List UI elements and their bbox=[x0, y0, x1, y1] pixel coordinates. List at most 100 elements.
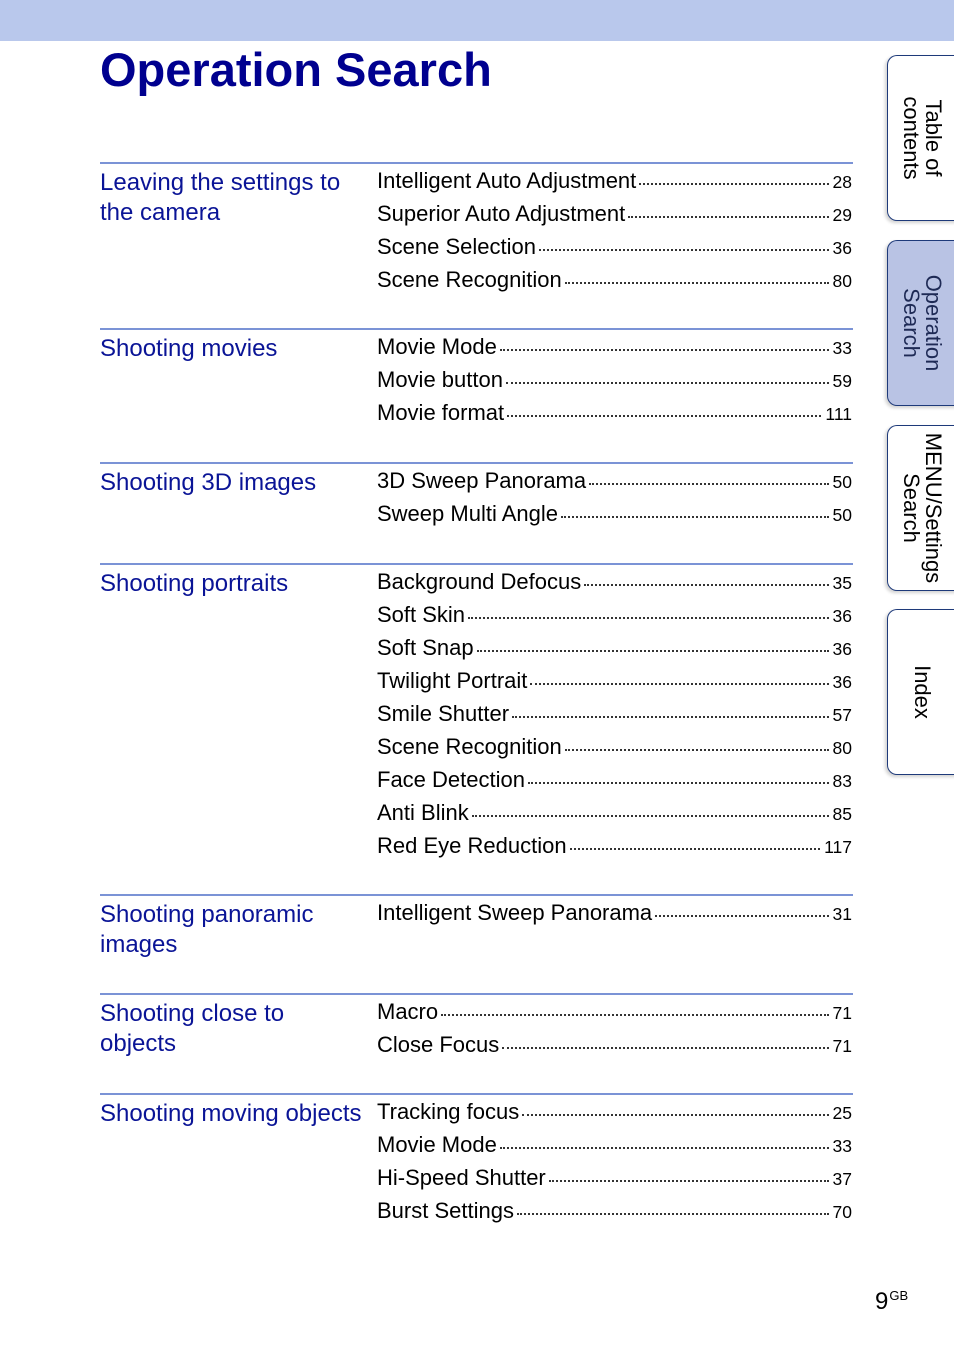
entry-page-number: 80 bbox=[832, 271, 852, 291]
entry-page-number: 36 bbox=[832, 238, 852, 258]
section-title: Shooting panoramic images bbox=[100, 901, 314, 958]
entry-link[interactable]: Scene Recognition 80 bbox=[377, 267, 852, 300]
entry-label: Intelligent Auto Adjustment bbox=[377, 168, 637, 193]
entry-label: Anti Blink bbox=[377, 800, 469, 825]
tab-label: MENU/Settings Search bbox=[899, 432, 946, 584]
entry-page-number: 36 bbox=[832, 672, 852, 692]
entry-link[interactable]: Red Eye Reduction 117 bbox=[377, 833, 852, 866]
entry-link[interactable]: Movie Mode 33 bbox=[377, 1132, 852, 1165]
section: Shooting movies Movie Mode 33 Movie button 5… bbox=[100, 328, 853, 425]
entry-page-number: 28 bbox=[832, 172, 852, 192]
entry-label: Background Defocus bbox=[377, 569, 582, 594]
entry-link[interactable]: Movie Mode 33 bbox=[377, 334, 852, 367]
entry-list: Intelligent Sweep Panorama 31 bbox=[377, 900, 852, 933]
section: Shooting panoramic images Intelligent Swe… bbox=[100, 894, 853, 958]
entry-link[interactable]: Intelligent Auto Adjustment 28 bbox=[377, 168, 852, 201]
entry-page-number: 50 bbox=[832, 472, 852, 492]
page-number: 9GB bbox=[875, 1288, 908, 1316]
section: Shooting close to objects Macro 71 Close Fo… bbox=[100, 993, 853, 1057]
entry-link[interactable]: Soft Snap 36 bbox=[377, 635, 852, 668]
dot-leader bbox=[505, 381, 829, 384]
entry-page-number: 111 bbox=[825, 404, 852, 424]
entry-link[interactable]: Background Defocus 35 bbox=[377, 569, 852, 602]
entry-label: Twilight Portrait bbox=[377, 668, 528, 693]
section: Shooting moving objects Tracking focus 25 M… bbox=[100, 1093, 853, 1223]
entry-label: Soft Skin bbox=[377, 602, 466, 627]
entry-label: Intelligent Sweep Panorama bbox=[377, 900, 653, 925]
entry-label: Tracking focus bbox=[377, 1099, 520, 1124]
tab-menu-settings-search[interactable]: MENU/Settings Search bbox=[887, 425, 954, 591]
dot-leader bbox=[639, 182, 829, 185]
entry-link[interactable]: Face Detection 83 bbox=[377, 767, 852, 800]
entry-list: Movie Mode 33 Movie button 59 Movie format 11… bbox=[377, 334, 852, 433]
dot-leader bbox=[564, 748, 829, 751]
tab-operation-search[interactable]: Operation Search bbox=[887, 240, 954, 406]
entry-list: Intelligent Auto Adjustment 28 Superior Au… bbox=[377, 168, 852, 300]
tab-index[interactable]: Index bbox=[887, 609, 954, 775]
dot-leader bbox=[589, 482, 829, 485]
dot-leader bbox=[548, 1179, 829, 1182]
entry-page-number: 117 bbox=[824, 837, 852, 857]
entry-label: Superior Auto Adjustment bbox=[377, 201, 626, 226]
entry-label: Red Eye Reduction bbox=[377, 833, 567, 858]
entry-link[interactable]: 3D Sweep Panorama 50 bbox=[377, 468, 852, 501]
entry-page-number: 50 bbox=[832, 505, 852, 525]
entry-page-number: 25 bbox=[832, 1103, 852, 1123]
entry-page-number: 59 bbox=[832, 371, 852, 391]
entry-page-number: 29 bbox=[832, 205, 852, 225]
dot-leader bbox=[522, 1113, 829, 1116]
section-title: Shooting close to objects bbox=[100, 1000, 285, 1057]
entry-label: Movie Mode bbox=[377, 334, 497, 359]
entry-link[interactable]: Close Focus 71 bbox=[377, 1032, 852, 1065]
entry-label: Scene Recognition bbox=[377, 267, 562, 292]
entry-page-number: 85 bbox=[832, 804, 852, 824]
dot-leader bbox=[441, 1013, 829, 1016]
entry-link[interactable]: Scene Recognition 80 bbox=[377, 734, 852, 767]
entry-page-number: 80 bbox=[832, 738, 852, 758]
entry-page-number: 57 bbox=[832, 705, 852, 725]
entry-link[interactable]: Movie button 59 bbox=[377, 367, 852, 400]
entry-link[interactable]: Burst Settings 70 bbox=[377, 1198, 852, 1231]
section: Leaving the settings to the camera Intell… bbox=[100, 162, 853, 292]
entry-label: Close Focus bbox=[377, 1032, 500, 1057]
dot-leader bbox=[584, 583, 829, 586]
tab-label: Index bbox=[910, 665, 935, 719]
dot-leader bbox=[476, 649, 829, 652]
entry-link[interactable]: Sweep Multi Angle 50 bbox=[377, 501, 852, 534]
tab-table-of-contents[interactable]: Table of contents bbox=[887, 55, 954, 221]
entry-label: Hi-Speed Shutter bbox=[377, 1165, 546, 1190]
dot-leader bbox=[499, 1146, 829, 1149]
dot-leader bbox=[527, 781, 829, 784]
entry-page-number: 33 bbox=[832, 1136, 852, 1156]
dot-leader bbox=[516, 1212, 829, 1215]
entry-link[interactable]: Movie format 111 bbox=[377, 400, 852, 433]
entry-label: Smile Shutter bbox=[377, 701, 510, 726]
entry-link[interactable]: Soft Skin 36 bbox=[377, 602, 852, 635]
entry-label: Macro bbox=[377, 999, 439, 1024]
entry-label: Face Detection bbox=[377, 767, 525, 792]
dot-leader bbox=[512, 715, 829, 718]
entry-page-number: 71 bbox=[832, 1003, 852, 1023]
dot-leader bbox=[569, 847, 821, 850]
entry-page-number: 37 bbox=[832, 1169, 852, 1189]
entry-link[interactable]: Twilight Portrait 36 bbox=[377, 668, 852, 701]
entry-label: Sweep Multi Angle bbox=[377, 501, 558, 526]
entry-link[interactable]: Superior Auto Adjustment 29 bbox=[377, 201, 852, 234]
entry-link[interactable]: Anti Blink 85 bbox=[377, 800, 852, 833]
tab-label: Table of contents bbox=[899, 96, 946, 180]
page-number-suffix: GB bbox=[889, 1288, 909, 1303]
top-band bbox=[0, 0, 954, 41]
entry-link[interactable]: Smile Shutter 57 bbox=[377, 701, 852, 734]
entry-page-number: 36 bbox=[832, 639, 852, 659]
entry-label: Movie format bbox=[377, 400, 505, 425]
dot-leader bbox=[564, 281, 829, 284]
dot-leader bbox=[655, 914, 829, 917]
dot-leader bbox=[539, 248, 829, 251]
entry-link[interactable]: Scene Selection 36 bbox=[377, 234, 852, 267]
entry-label: Soft Snap bbox=[377, 635, 474, 660]
entry-link[interactable]: Hi-Speed Shutter 37 bbox=[377, 1165, 852, 1198]
entry-link[interactable]: Macro 71 bbox=[377, 999, 852, 1032]
tab-label: Operation Search bbox=[899, 274, 946, 372]
entry-link[interactable]: Tracking focus 25 bbox=[377, 1099, 852, 1132]
entry-link[interactable]: Intelligent Sweep Panorama 31 bbox=[377, 900, 852, 933]
